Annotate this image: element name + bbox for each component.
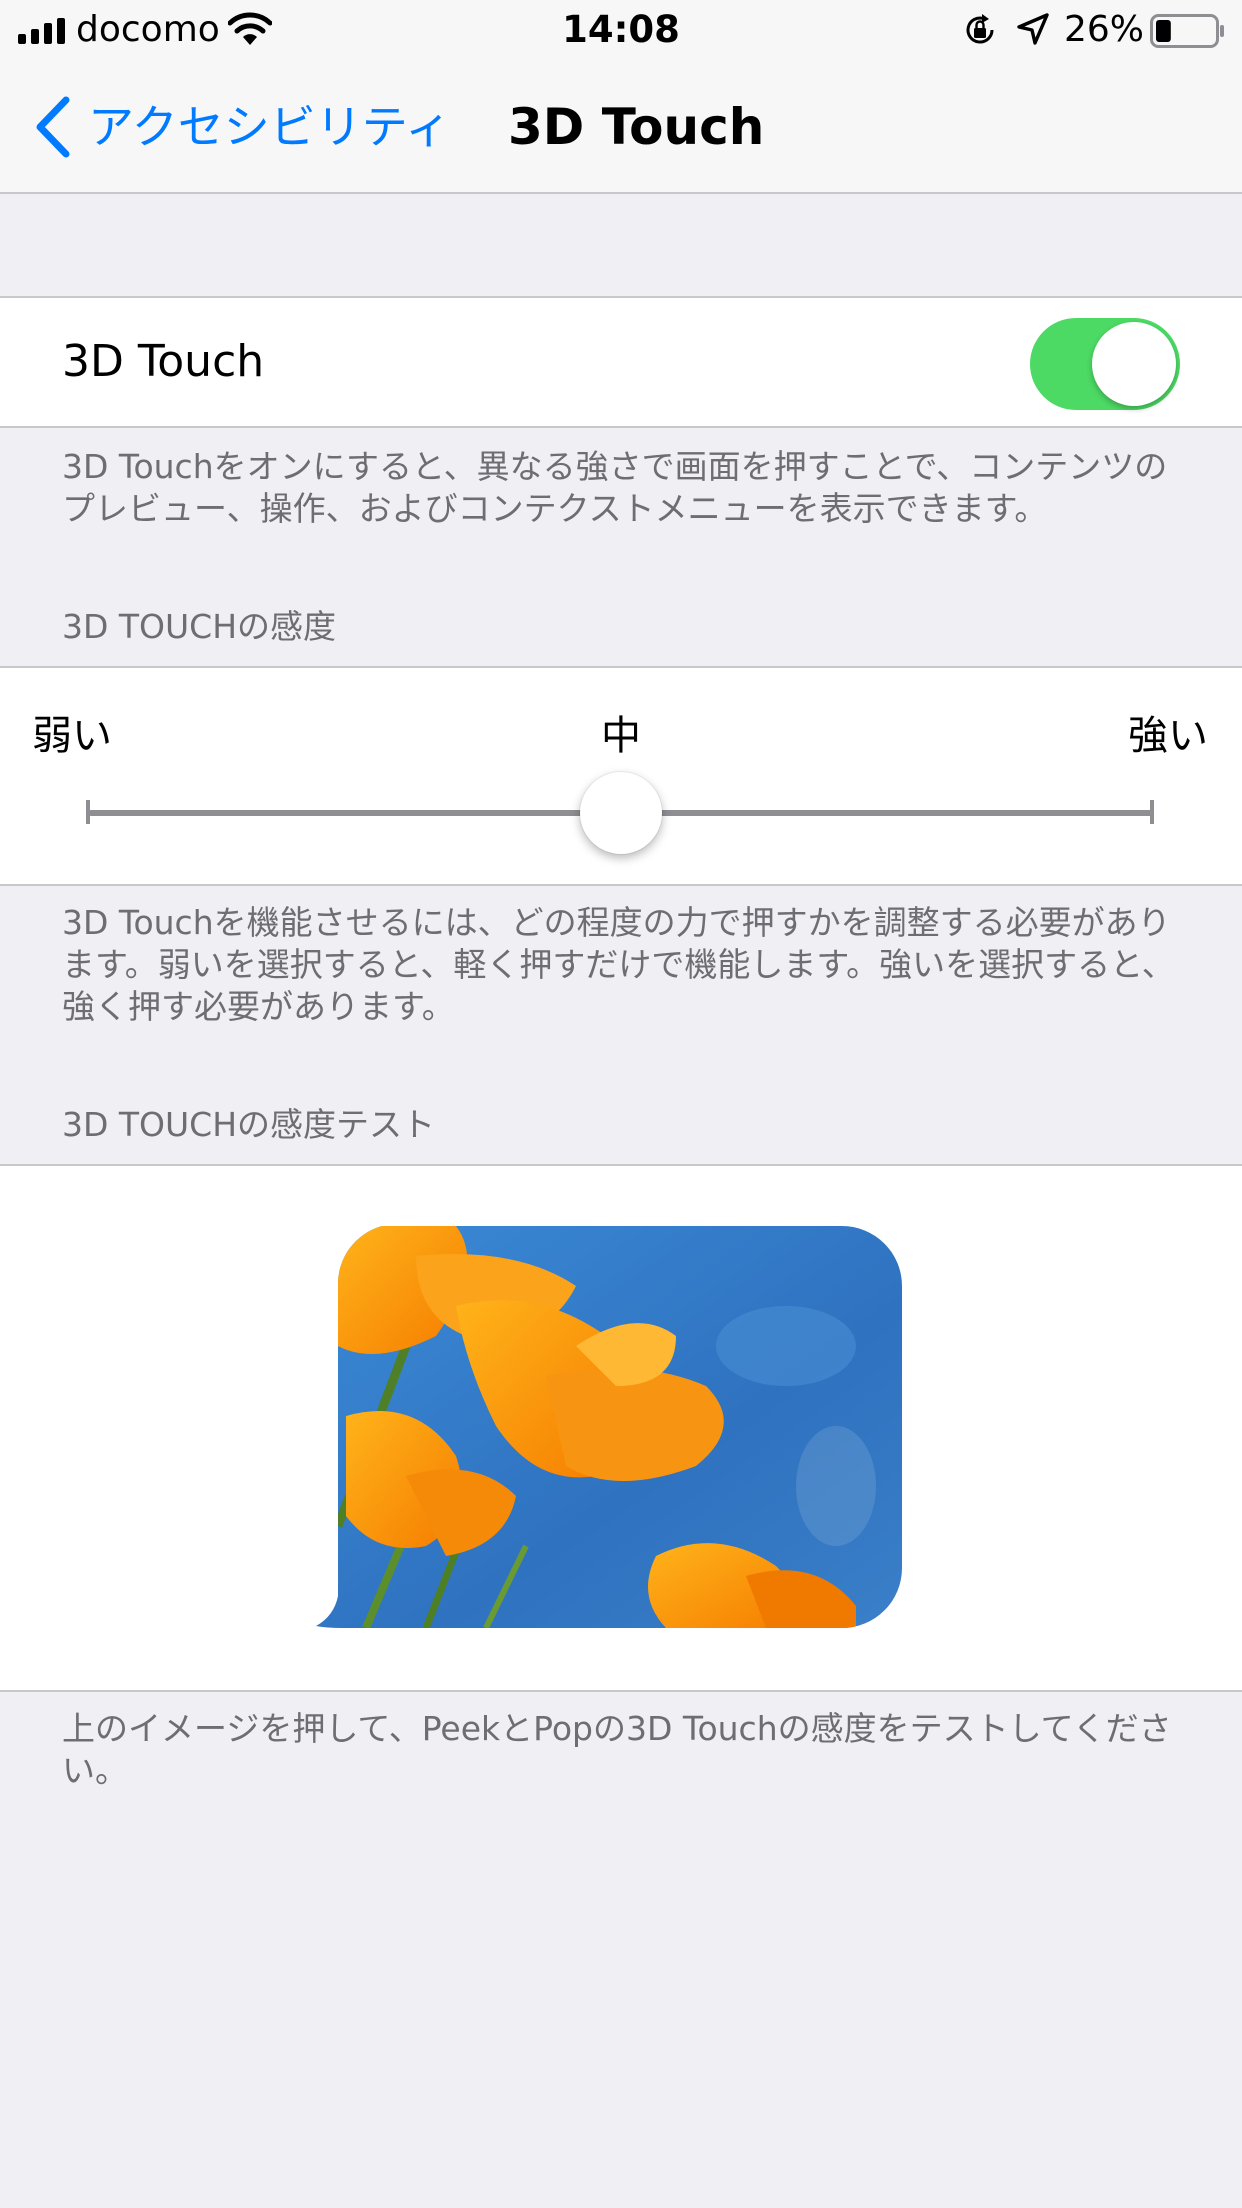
page-title: 3D Touch	[508, 98, 765, 156]
slider-tick-low	[86, 800, 90, 824]
sensitivity-header: 3D TOUCHの感度	[62, 607, 337, 646]
slider-label-low: 弱い	[32, 713, 112, 759]
slider-label-high: 強い	[1128, 713, 1208, 759]
chevron-left-icon	[36, 96, 70, 158]
battery-percent: 26%	[1064, 9, 1145, 50]
slider-thumb[interactable]	[580, 772, 662, 854]
navigation-bar: docomo 14:08 26% アクセシビリティ 3D Touch	[0, 0, 1242, 194]
status-time: 14:08	[562, 8, 680, 51]
slider-tick-high	[1150, 800, 1154, 824]
slider-label-mid: 中	[601, 713, 641, 759]
sensitivity-test-header: 3D TOUCHの感度テスト	[62, 1105, 436, 1144]
sensitivity-test-row	[0, 1164, 1242, 1692]
sensitivity-test-description: 上のイメージを押して、PeekとPopの3D Touchの感度をテストしてくださ…	[62, 1709, 1172, 1790]
sensitivity-slider-row: 弱い 中 強い	[0, 666, 1242, 886]
sensitivity-description: 3D Touchを機能させるには、どの程度の力で押すかを調整する必要があります。…	[62, 903, 1175, 1026]
back-button[interactable]: アクセシビリティ	[34, 92, 451, 162]
toggle-knob	[1092, 322, 1176, 406]
3d-touch-toggle[interactable]	[1030, 318, 1180, 410]
status-bar: docomo 14:08 26%	[0, 0, 1242, 60]
3d-touch-label: 3D Touch	[62, 336, 265, 387]
rotation-lock-icon	[966, 14, 994, 44]
3d-touch-row: 3D Touch	[0, 296, 1242, 428]
3d-touch-description: 3D Touchをオンにすると、異なる強さで画面を押すことで、コンテンツのプレビ…	[62, 447, 1168, 528]
orange-poppy-flower-image[interactable]	[316, 1226, 902, 1628]
location-icon	[1017, 13, 1049, 45]
battery-icon	[1150, 14, 1224, 48]
back-label: アクセシビリティ	[88, 100, 451, 154]
